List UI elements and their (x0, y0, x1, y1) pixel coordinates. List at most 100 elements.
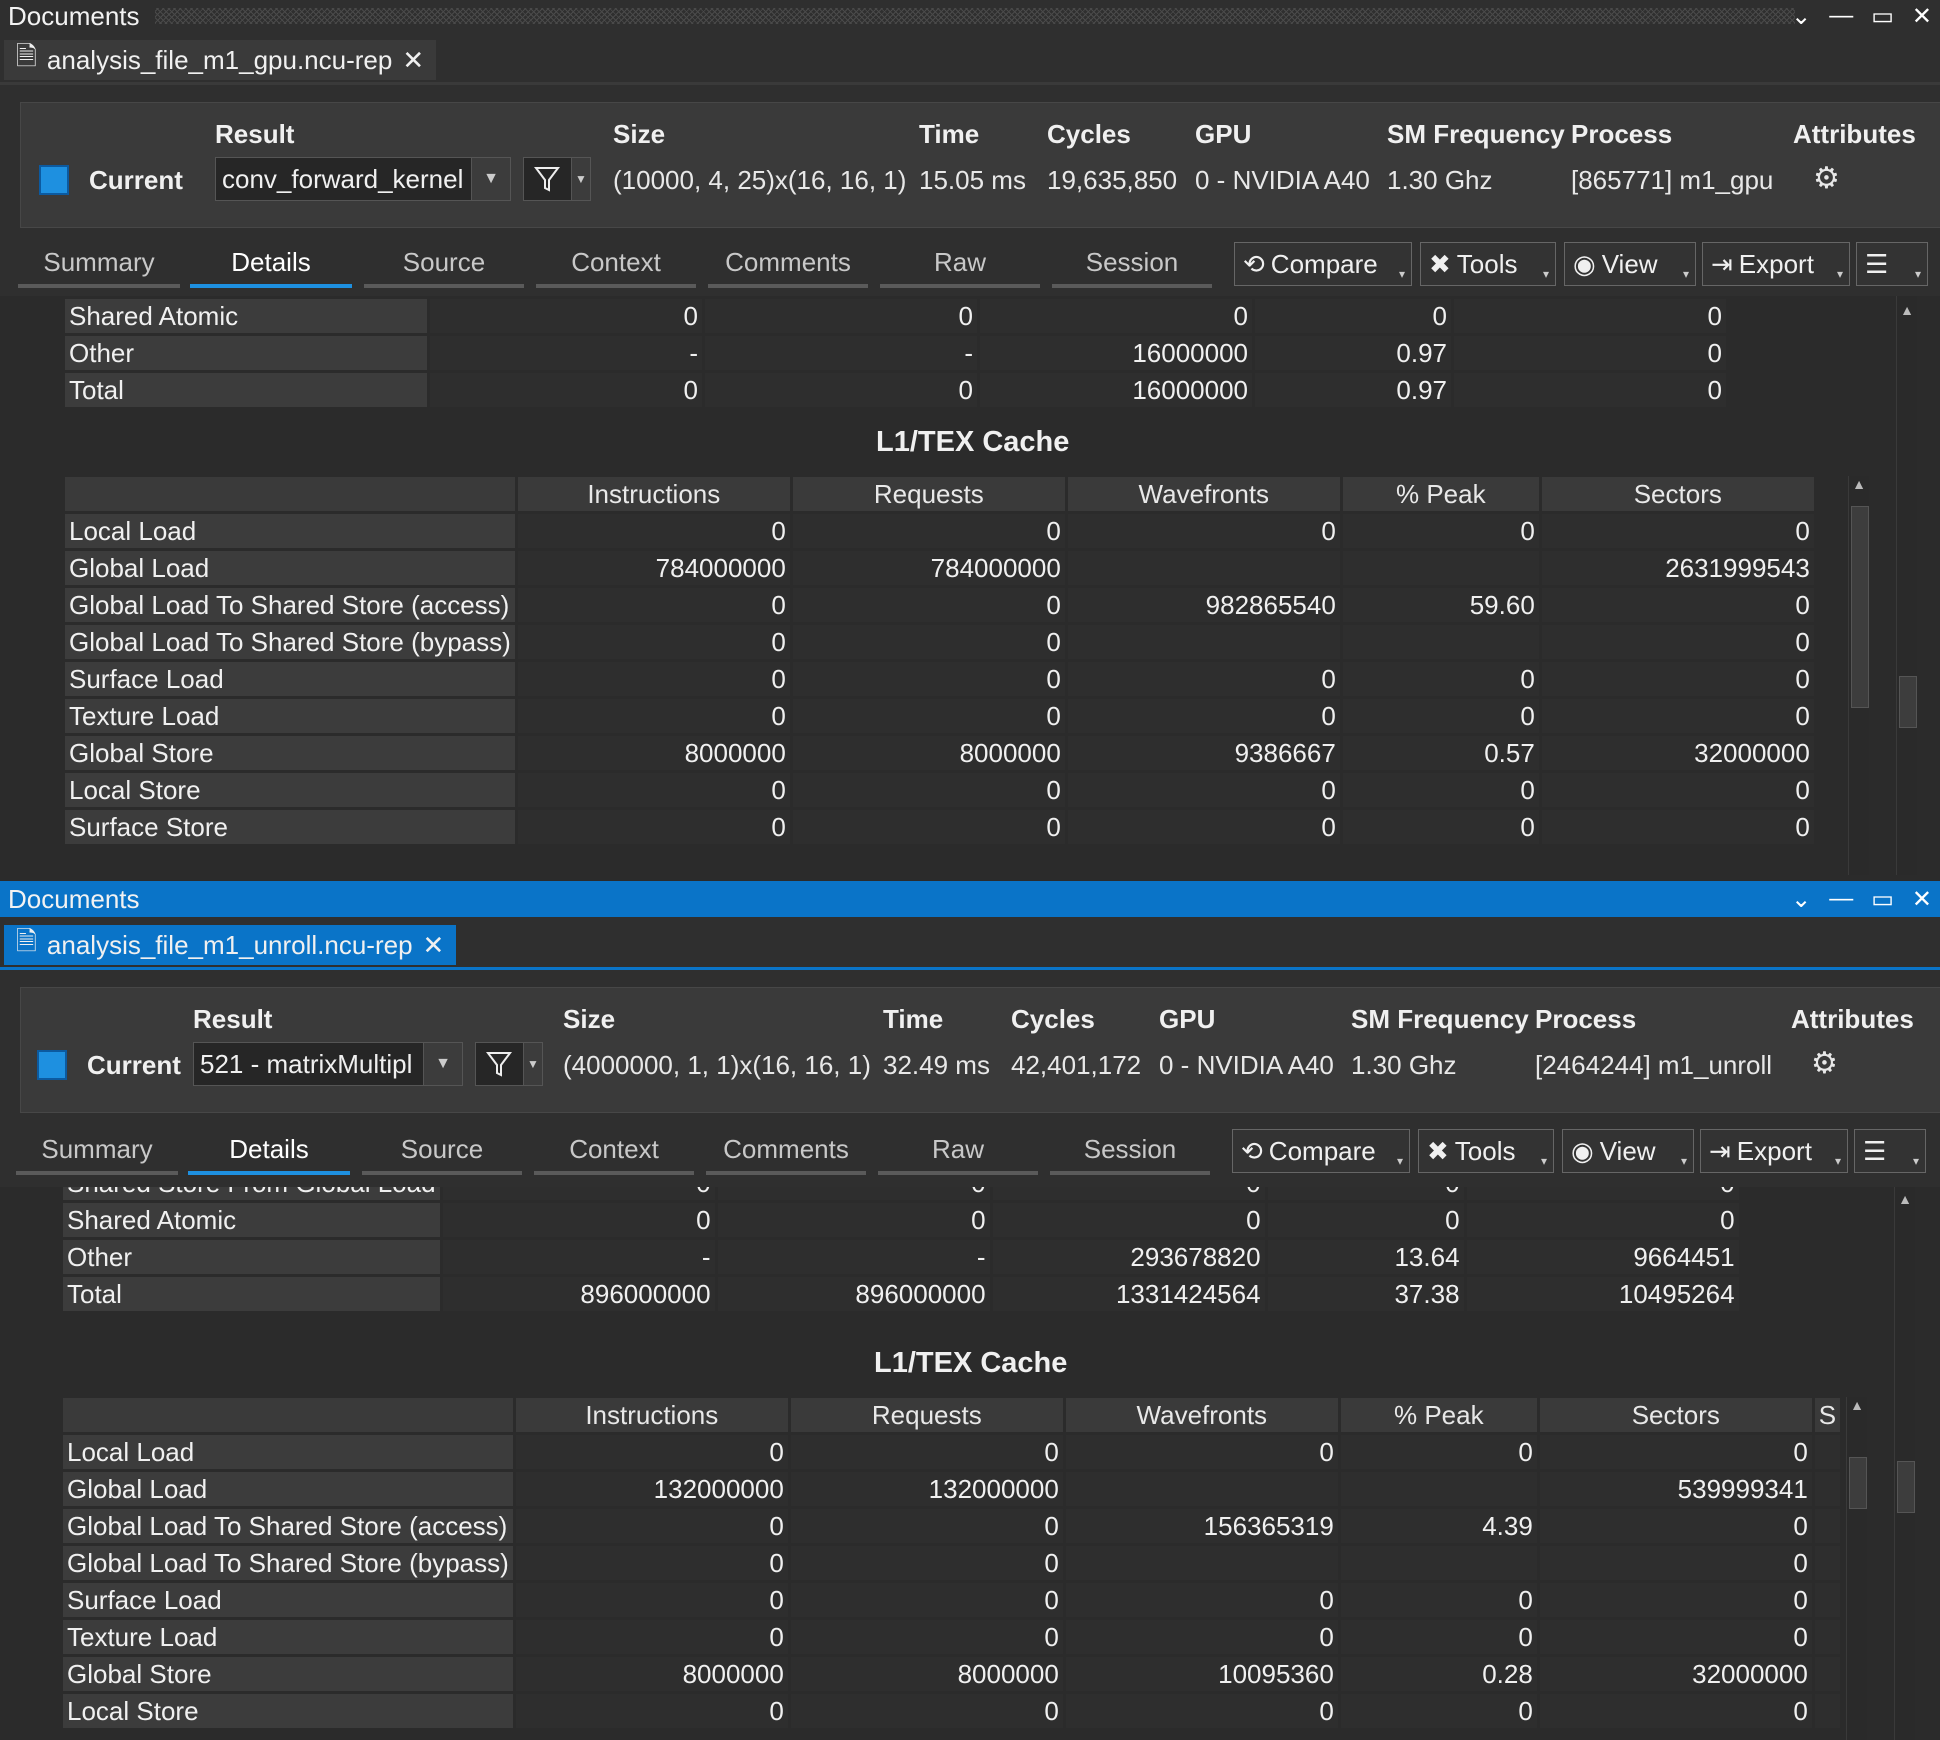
tab-details[interactable]: Details (188, 1127, 350, 1175)
filter-button[interactable]: ▼ (475, 1042, 543, 1086)
close-icon[interactable]: ✕ (423, 930, 445, 961)
chip-icon[interactable]: ⚙ (1813, 161, 1840, 196)
maximize-icon[interactable]: ▭ (1871, 2, 1894, 31)
chevron-down-icon[interactable]: ▼ (423, 1043, 462, 1085)
scroll-up-icon[interactable]: ▲ (1849, 476, 1869, 496)
column-header[interactable]: Wavefronts (1067, 477, 1340, 511)
column-header[interactable]: % Peak (1340, 1398, 1537, 1432)
maximize-icon[interactable]: ▭ (1871, 885, 1894, 914)
tab-source[interactable]: Source (364, 240, 524, 288)
column-header[interactable]: Wavefronts (1065, 1398, 1338, 1432)
tab-summary[interactable]: Summary (18, 240, 180, 288)
column-header[interactable]: Sectors (1539, 1398, 1812, 1432)
tab-context[interactable]: Context (536, 240, 696, 288)
page-scrollbar[interactable]: ▲ (1896, 296, 1917, 875)
table-row[interactable]: Surface Load 0 0 0 0 0 (65, 662, 1814, 696)
scroll-thumb[interactable] (1849, 1457, 1867, 1509)
result-value: 521 - matrixMultipl (200, 1048, 413, 1079)
menu-button[interactable]: ☰ ▾ (1854, 1129, 1926, 1173)
view-button[interactable]: ◉ View ▾ (1564, 242, 1696, 286)
table-row[interactable]: Global Store 8000000 8000000 9386667 0.57 320… (65, 736, 1814, 770)
current-checkbox[interactable] (39, 165, 69, 195)
result-dropdown[interactable]: conv_forward_kernel ▼ (215, 157, 511, 201)
tab-comments[interactable]: Comments (708, 240, 868, 288)
menu-button[interactable]: ☰ ▾ (1856, 242, 1928, 286)
scroll-up-icon[interactable]: ▲ (1847, 1397, 1867, 1417)
table-row[interactable]: Texture Load 0 0 0 0 0 (63, 1620, 1841, 1654)
column-header-partial[interactable]: S (1814, 1398, 1841, 1432)
tools-button[interactable]: ✖ Tools ▾ (1418, 1129, 1554, 1173)
tab-details[interactable]: Details (190, 240, 352, 288)
column-header[interactable]: Requests (790, 1398, 1063, 1432)
column-header[interactable]: % Peak (1342, 477, 1539, 511)
tab-raw[interactable]: Raw (880, 240, 1040, 288)
table-row[interactable]: Local Load 0 0 0 0 0 (63, 1435, 1841, 1469)
close-icon[interactable]: ✕ (402, 45, 424, 76)
chevron-down-icon[interactable]: ⌄ (1791, 2, 1811, 31)
table-row[interactable]: Other - -293678820 13.64 9664451 (63, 1240, 1739, 1274)
tab-session[interactable]: Session (1050, 1127, 1210, 1175)
chip-icon[interactable]: ⚙ (1811, 1046, 1838, 1081)
tools-button[interactable]: ✖ Tools ▾ (1420, 242, 1556, 286)
close-icon[interactable]: ✕ (1912, 2, 1932, 31)
table-cell: 0 (1539, 1583, 1812, 1617)
minimize-icon[interactable]: — (1829, 885, 1853, 913)
table-scrollbar[interactable]: ▲ (1846, 1397, 1867, 1740)
export-button[interactable]: ⇥ Export ▾ (1702, 242, 1850, 286)
table-row[interactable]: Shared Store From Global Load00000 (63, 1187, 1739, 1200)
table-scrollbar[interactable]: ▲ (1848, 476, 1869, 875)
table-row[interactable]: Local Store 0 0 0 0 0 (63, 1694, 1841, 1728)
table-row[interactable]: Global Store 8000000 8000000 10095360 0.28 32… (63, 1657, 1841, 1691)
table-row[interactable]: Texture Load 0 0 0 0 0 (65, 699, 1814, 733)
compare-button[interactable]: ⟲ Compare ▾ (1234, 242, 1412, 286)
scroll-thumb[interactable] (1851, 506, 1869, 708)
column-header[interactable]: Instructions (517, 477, 790, 511)
table-row[interactable]: Shared Atomic 0 0 0 0 0 (63, 1203, 1739, 1237)
scroll-up-icon[interactable]: ▲ (1897, 302, 1917, 322)
close-icon[interactable]: ✕ (1912, 885, 1932, 914)
minimize-icon[interactable]: — (1829, 2, 1853, 30)
table-row[interactable]: Global Load To Shared Store (bypass) 0 0 0 (65, 625, 1814, 659)
scroll-up-icon[interactable]: ▲ (1895, 1191, 1915, 1211)
chevron-down-icon[interactable]: ▼ (471, 158, 510, 200)
table-row[interactable]: Total 0 0 16000000 0.97 0 (65, 373, 1726, 407)
table-row[interactable]: Other - -16000000 0.97 0 (65, 336, 1726, 370)
result-dropdown[interactable]: 521 - matrixMultipl ▼ (193, 1042, 463, 1086)
view-button[interactable]: ◉ View ▾ (1562, 1129, 1694, 1173)
column-header[interactable]: Instructions (515, 1398, 788, 1432)
scroll-thumb[interactable] (1899, 676, 1917, 728)
table-row[interactable]: Total 896000000 896000000 1331424564 37.38 10… (63, 1277, 1739, 1311)
column-header[interactable]: Requests (792, 477, 1065, 511)
chevron-down-icon[interactable]: ⌄ (1791, 885, 1811, 914)
table-cell: 0 (515, 1620, 788, 1654)
column-header[interactable]: Sectors (1541, 477, 1814, 511)
current-checkbox[interactable] (37, 1050, 67, 1080)
tab-session[interactable]: Session (1052, 240, 1212, 288)
table-row[interactable]: Local Store 0 0 0 0 0 (65, 773, 1814, 807)
document-tab[interactable]: 🗎 analysis_file_m1_unroll.ncu-rep ✕ (4, 925, 457, 965)
table-row[interactable]: Surface Load 0 0 0 0 0 (63, 1583, 1841, 1617)
export-button[interactable]: ⇥ Export ▾ (1700, 1129, 1848, 1173)
table-row[interactable]: Surface Store 0 0 0 0 0 (65, 810, 1814, 844)
titlebar-grip[interactable] (155, 8, 1795, 24)
table-row[interactable]: Global Load To Shared Store (bypass) 0 0 0 (63, 1546, 1841, 1580)
document-tab[interactable]: 🗎 analysis_file_m1_gpu.ncu-rep ✕ (4, 40, 437, 80)
top-document-pane: Documents ⌄ — ▭ ✕ 🗎 analysis_file_m1_gpu… (0, 0, 1940, 875)
tab-source[interactable]: Source (362, 1127, 522, 1175)
tab-summary[interactable]: Summary (16, 1127, 178, 1175)
tab-comments[interactable]: Comments (706, 1127, 866, 1175)
compare-button[interactable]: ⟲ Compare ▾ (1232, 1129, 1410, 1173)
table-row[interactable]: Global Load 132000000 132000000 539999341 (63, 1472, 1841, 1506)
scroll-thumb[interactable] (1897, 1461, 1915, 1513)
chevron-down-icon[interactable]: ▼ (571, 158, 590, 200)
table-row[interactable]: Global Load 784000000 784000000 2631999543 (65, 551, 1814, 585)
table-row[interactable]: Global Load To Shared Store (access) 0 0 15… (63, 1509, 1841, 1543)
table-row[interactable]: Shared Atomic 0 0 0 0 0 (65, 299, 1726, 333)
chevron-down-icon[interactable]: ▼ (523, 1043, 542, 1085)
tab-context[interactable]: Context (534, 1127, 694, 1175)
tab-raw[interactable]: Raw (878, 1127, 1038, 1175)
table-row[interactable]: Global Load To Shared Store (access) 0 0 98… (65, 588, 1814, 622)
page-scrollbar[interactable]: ▲ (1894, 1187, 1915, 1740)
table-row[interactable]: Local Load 0 0 0 0 0 (65, 514, 1814, 548)
filter-button[interactable]: ▼ (523, 157, 591, 201)
